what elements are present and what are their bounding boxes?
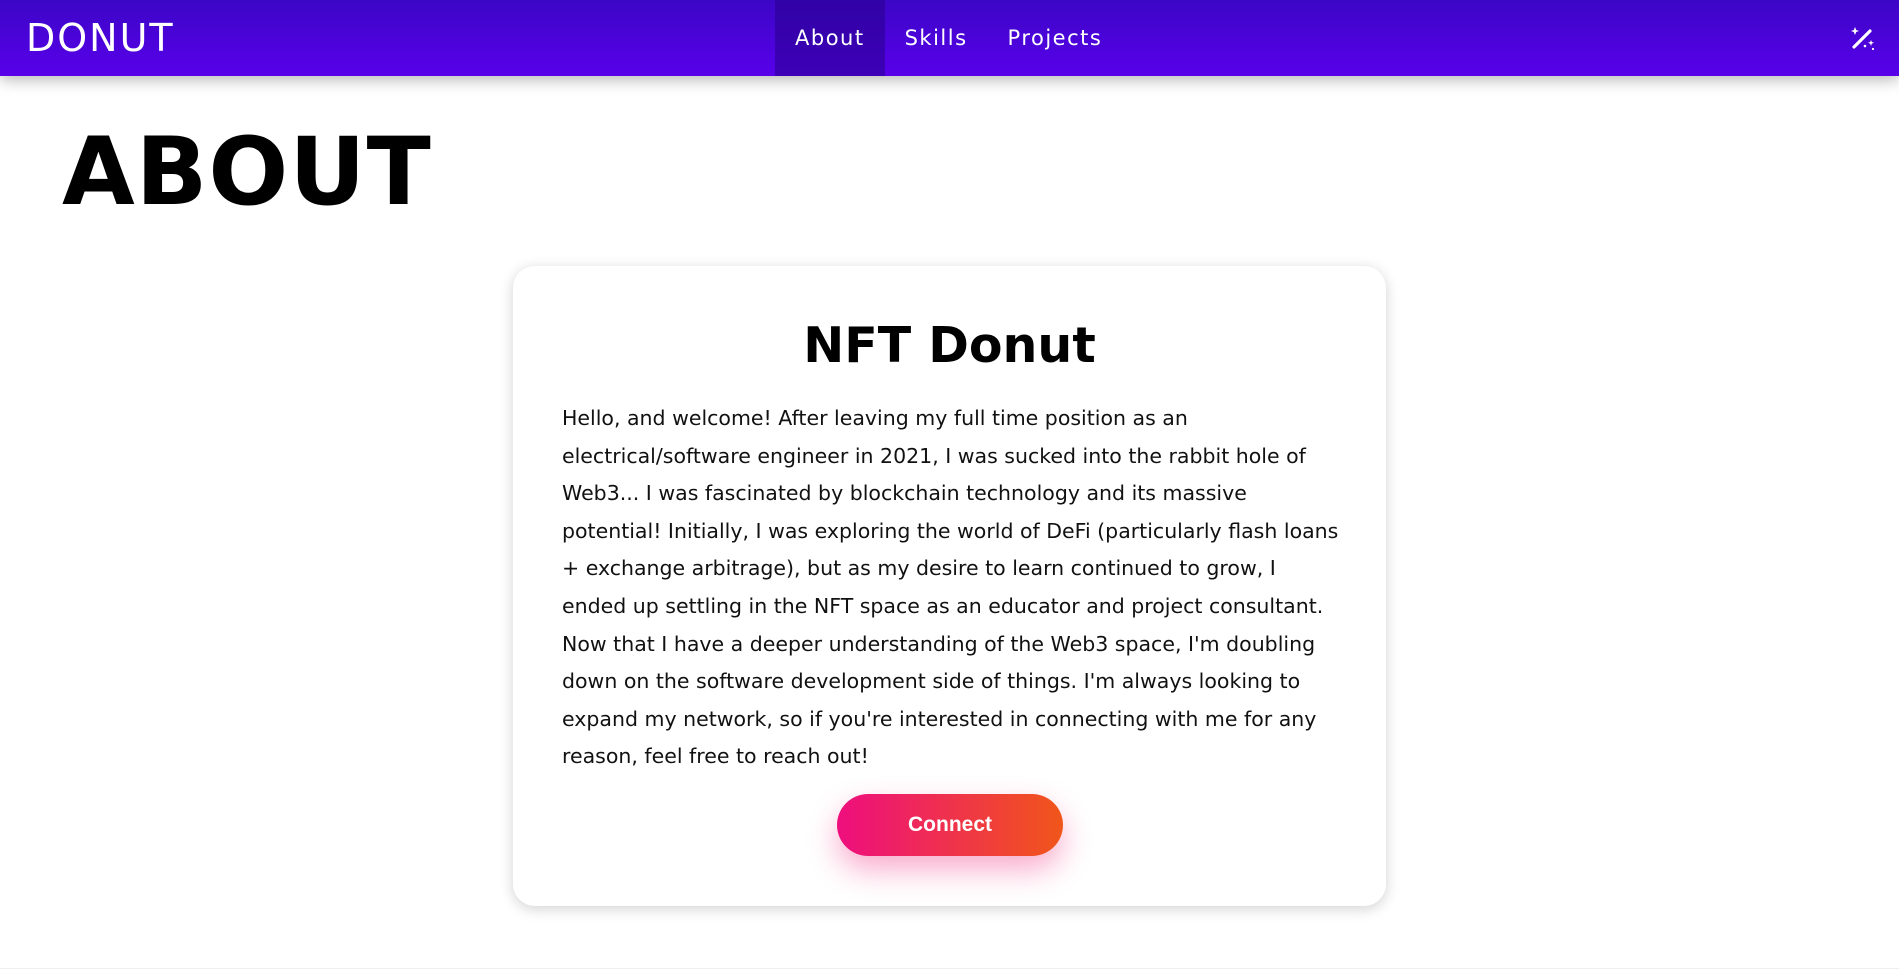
nav-link-projects[interactable]: Projects xyxy=(988,0,1123,76)
navbar: DONUT About Skills Projects xyxy=(0,0,1899,76)
magic-wand-icon xyxy=(1851,27,1875,51)
nav-link-skills[interactable]: Skills xyxy=(885,0,988,76)
card-body-text: Hello, and welcome! After leaving my ful… xyxy=(562,406,1339,769)
footer-divider xyxy=(0,968,1899,969)
card-title: NFT Donut xyxy=(803,317,1096,374)
connect-button[interactable]: Connect xyxy=(837,794,1063,856)
brand-logo[interactable]: DONUT xyxy=(26,16,175,60)
section-title: ABOUT xyxy=(62,118,432,227)
nav-links: About Skills Projects xyxy=(775,0,1122,76)
about-card: NFT Donut Hello, and welcome! After leav… xyxy=(513,266,1386,906)
theme-toggle-button[interactable] xyxy=(1849,24,1877,52)
nav-link-about[interactable]: About xyxy=(775,0,885,76)
